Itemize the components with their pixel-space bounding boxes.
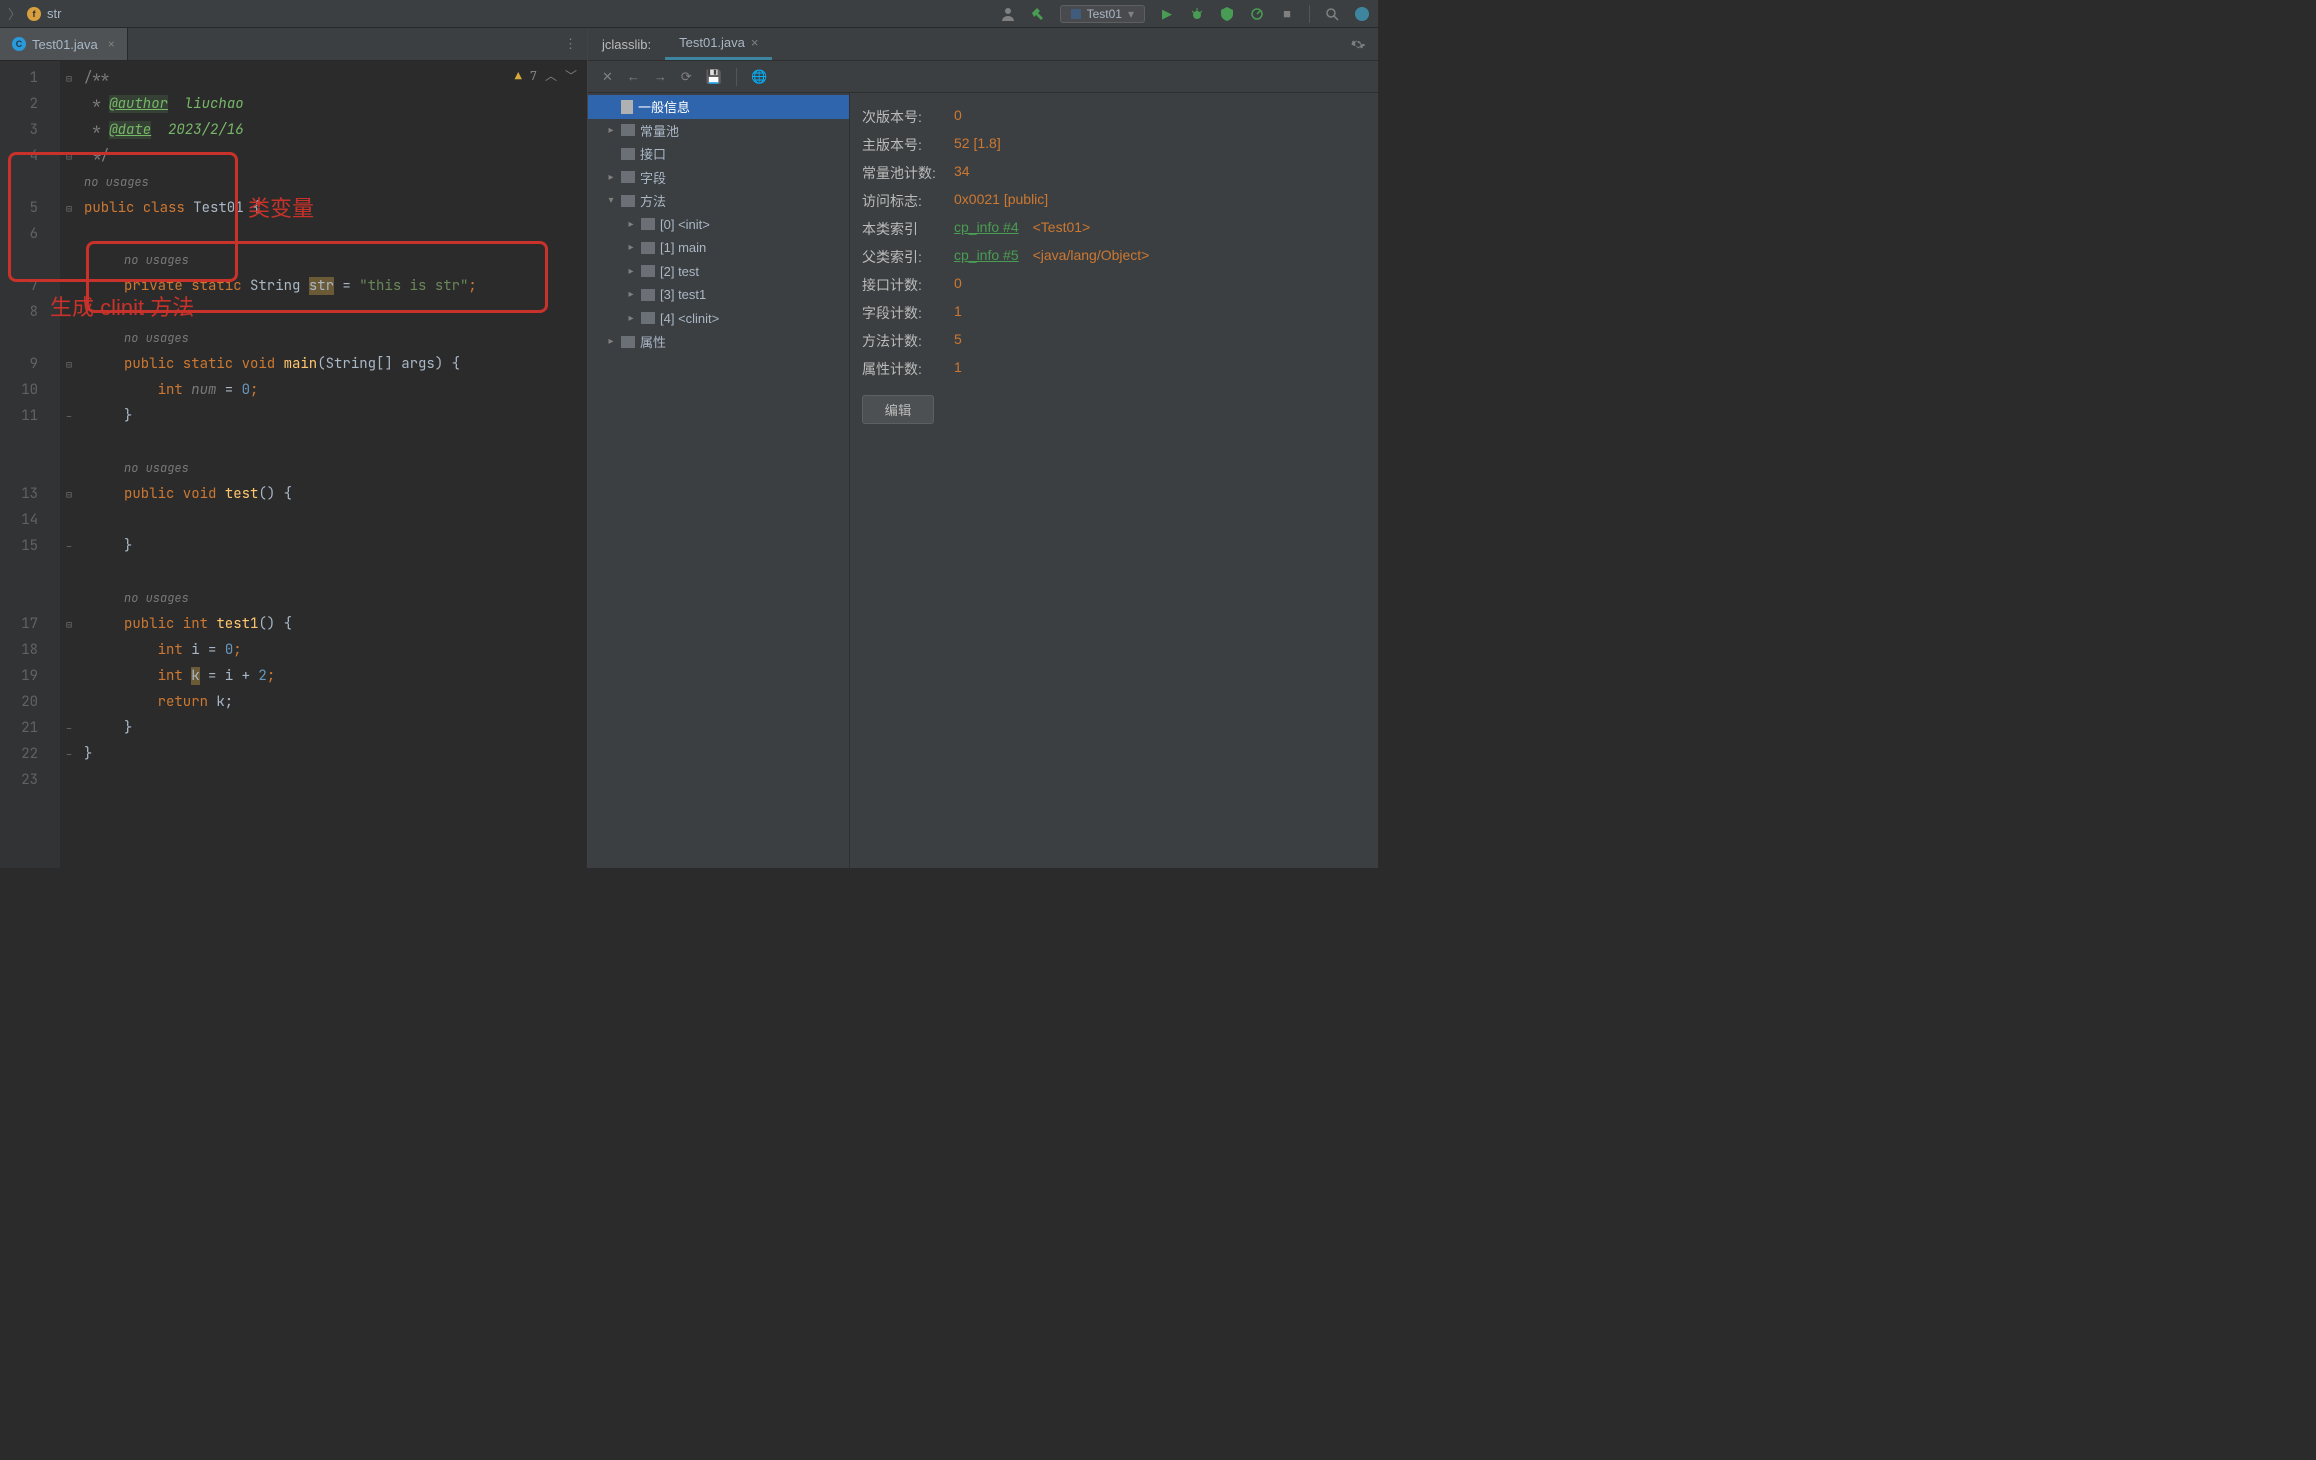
close-icon[interactable]: × [745,35,759,50]
coverage-icon[interactable] [1219,6,1235,22]
jclass-tab-name: Test01.java [679,35,745,50]
warning-icon: ▲ [515,68,522,84]
cp-link[interactable]: cp_info #5 [954,247,1019,267]
cp-link[interactable]: cp_info #4 [954,219,1019,239]
fold-column: ⊟⊟ ⊟ ⊟– ⊟– ⊟ –– [60,61,78,868]
class-icon: C [12,37,26,51]
page-icon [621,100,633,114]
next-warn-icon[interactable]: ﹀ [565,67,577,84]
folder-icon [641,312,655,324]
jclass-label: jclasslib: [588,28,665,60]
chevron-down-icon: ▾ [1128,7,1134,21]
close-icon[interactable]: × [104,37,115,51]
user-icon[interactable] [1000,6,1016,22]
stop-icon[interactable]: ■ [1279,6,1295,22]
editor-tabs: C Test01.java × ⋮ [0,28,587,61]
jclass-tab[interactable]: Test01.java × [665,28,772,60]
tree-node-interfaces[interactable]: 接口 [588,142,849,166]
folder-icon [641,289,655,301]
usage-hint: no usages [78,325,587,351]
separator [1309,5,1310,23]
back-icon[interactable]: ← [627,69,640,84]
tree-node-fields[interactable]: ▸字段 [588,166,849,190]
tree-node-methods[interactable]: ▾方法 [588,189,849,213]
tab-menu-icon[interactable]: ⋮ [554,28,587,60]
code-area[interactable]: /** * @author liuchao * @date 2023/2/16 … [78,61,587,868]
folder-icon [621,195,635,207]
class-info: 次版本号:0 主版本号:52 [1.8] 常量池计数:34 访问标志:0x002… [850,93,1378,868]
jclass-toolbar: ✕ ← → ⟳ 💾 🌐 [588,61,1378,93]
bytecode-tree[interactable]: 一般信息 ▸常量池 接口 ▸字段 ▾方法 ▸[0] <init> ▸[1] ma… [588,93,850,868]
editor-panel: C Test01.java × ⋮ 1 2 3 4 5 6 7 8 9 10 1… [0,28,588,868]
inspection-bar[interactable]: ▲ 7 ︿ ﹀ [515,67,577,84]
tree-node-attrs[interactable]: ▸属性 [588,330,849,354]
top-toolbar: 〉 f str Test01 ▾ ▶ ■ [0,0,1378,28]
debug-icon[interactable] [1189,6,1205,22]
tree-node-general[interactable]: 一般信息 [588,95,849,119]
avatar-icon[interactable] [1354,6,1370,22]
usage-hint: no usages [78,247,587,273]
folder-icon [621,171,635,183]
gutter: 1 2 3 4 5 6 7 8 9 10 11 13 14 15 17 18 [0,61,60,868]
run-config-selector[interactable]: Test01 ▾ [1060,5,1145,23]
edit-button[interactable]: 编辑 [862,395,934,424]
jclasslib-panel: jclasslib: Test01.java × ✕ ← → ⟳ 💾 🌐 一般信… [588,28,1378,868]
jclass-tabs: jclasslib: Test01.java × [588,28,1378,61]
gear-icon[interactable] [1338,28,1378,60]
hammer-icon[interactable] [1030,6,1046,22]
tree-node-method-3[interactable]: ▸[3] test1 [588,283,849,307]
editor-tab-test01[interactable]: C Test01.java × [0,28,128,60]
tree-node-method-0[interactable]: ▸[0] <init> [588,213,849,237]
refresh-icon[interactable]: ⟳ [681,69,692,85]
tree-node-method-1[interactable]: ▸[1] main [588,236,849,260]
search-icon[interactable] [1324,6,1340,22]
folder-icon [641,265,655,277]
folder-icon [641,242,655,254]
warning-count: 7 [530,68,537,84]
breadcrumb-item[interactable]: str [47,6,61,21]
folder-icon [621,148,635,160]
breadcrumb-sep: 〉 [8,4,21,23]
profile-icon[interactable] [1249,6,1265,22]
code-editor[interactable]: 1 2 3 4 5 6 7 8 9 10 11 13 14 15 17 18 [0,61,587,868]
usage-hint: no usages [78,455,587,481]
usage-hint: no usages [78,585,587,611]
save-icon[interactable]: 💾 [706,69,722,85]
tab-filename: Test01.java [32,37,98,52]
field-icon: f [27,7,41,21]
folder-icon [621,124,635,136]
usage-hint: no usages [78,169,587,195]
close-icon[interactable]: ✕ [602,69,613,85]
folder-icon [641,218,655,230]
run-config-name: Test01 [1087,7,1122,21]
tree-node-method-2[interactable]: ▸[2] test [588,260,849,284]
folder-icon [621,336,635,348]
globe-icon[interactable]: 🌐 [751,69,767,85]
run-icon[interactable]: ▶ [1159,6,1175,22]
forward-icon[interactable]: → [654,69,667,84]
separator [736,68,737,86]
tree-node-cpool[interactable]: ▸常量池 [588,119,849,143]
java-icon [1071,9,1081,19]
prev-warn-icon[interactable]: ︿ [545,67,557,84]
tree-node-method-4[interactable]: ▸[4] <clinit> [588,307,849,331]
